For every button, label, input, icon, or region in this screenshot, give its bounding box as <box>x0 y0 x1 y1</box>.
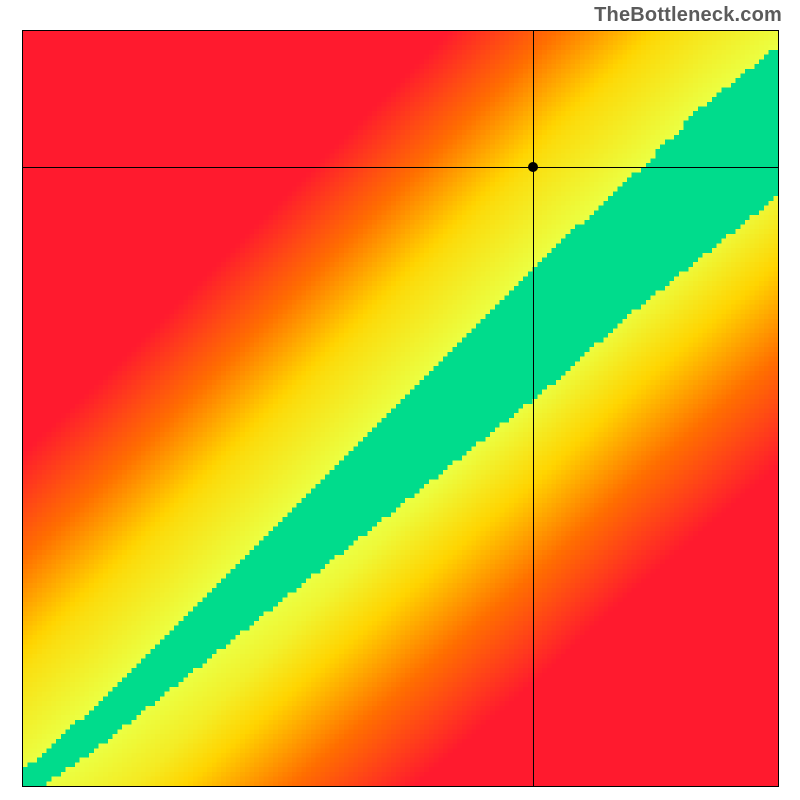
crosshair-horizontal <box>23 167 778 168</box>
chart-container: TheBottleneck.com <box>0 0 800 800</box>
attribution-label: TheBottleneck.com <box>594 4 782 27</box>
selection-marker <box>528 162 538 172</box>
heatmap-canvas <box>23 31 778 786</box>
plot-area <box>22 30 779 787</box>
crosshair-vertical <box>533 31 534 786</box>
